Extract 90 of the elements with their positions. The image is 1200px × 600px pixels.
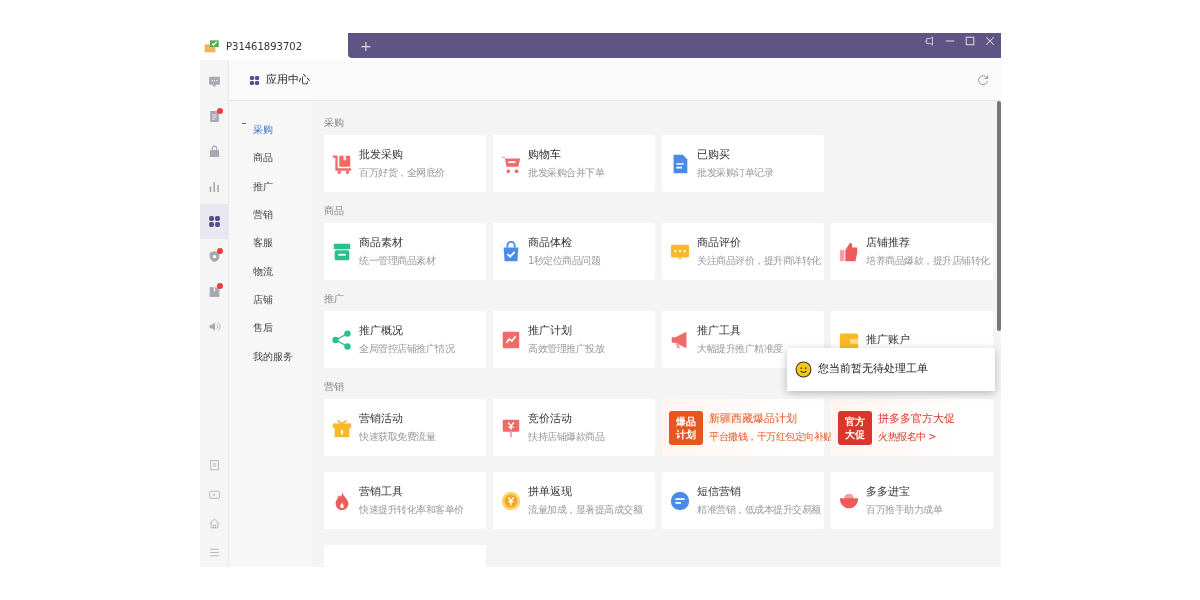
section-title: 营销 [324, 380, 344, 394]
pin-icon[interactable] [925, 36, 935, 46]
app-card[interactable]: 商品体检 1秒定位商品问题 [493, 223, 655, 280]
app-card[interactable]: 短信营销 精准营销，低成本提升交易额 [662, 472, 824, 529]
app-title: 拼单返现 [528, 484, 573, 500]
app-title: 营销工具 [359, 484, 404, 500]
menu-icon[interactable] [207, 546, 221, 559]
app-title: 商品体检 [528, 235, 573, 251]
app-card[interactable]: 营销工具 快速提升转化率和客单价 [324, 472, 486, 529]
category-link[interactable]: 物流 [229, 257, 312, 286]
app-title: 推广计划 [528, 323, 573, 339]
app-title: 商品素材 [359, 235, 404, 251]
category-link[interactable]: 我的服务 [229, 342, 312, 371]
page-title: 应用中心 [266, 71, 310, 88]
app-description: 快速提升转化率和客单价 [359, 502, 464, 517]
app-description: 扶持店铺爆款商品 [528, 429, 604, 444]
category-link[interactable]: 商品 [229, 144, 312, 173]
app-description: 全局管控店铺推广情况 [359, 341, 454, 356]
app-card[interactable]: 推广概况 全局管控店铺推广情况 [324, 311, 486, 368]
app-description: 快速获取免费流量 [359, 429, 435, 444]
app-title: 多多进宝 [866, 484, 911, 500]
smiley-icon [795, 361, 812, 378]
category-link[interactable]: 售后 [229, 314, 312, 343]
category-link[interactable]: 推广 [229, 172, 312, 201]
app-card[interactable]: 竞价活动 扶持店铺爆款商品 [493, 399, 655, 456]
video-icon[interactable] [207, 488, 221, 501]
app-title: 竞价活动 [528, 411, 573, 427]
promo-badge: 爆品 计划 [669, 410, 703, 445]
app-card[interactable]: 购物车 批发采购合并下单 [493, 135, 655, 192]
promo-title: 拼多多官方大促 [878, 411, 955, 427]
app-title: 购物车 [528, 147, 562, 163]
chat-icon [207, 75, 221, 88]
app-description: 大幅提升推广精准度 [697, 341, 783, 356]
message-icon [669, 489, 691, 512]
app-card[interactable]: 拼单返现 流量加成，显著提高成交额 [493, 472, 655, 529]
share-icon [331, 328, 353, 351]
bar-chart-icon [207, 180, 221, 193]
section-title: 采购 [324, 116, 344, 130]
app-card[interactable]: 已购买 批发采购订单记录 [662, 135, 824, 192]
app-title: 短信营销 [697, 484, 742, 500]
home-icon[interactable] [207, 517, 221, 530]
document-icon [207, 110, 221, 123]
box-icon [207, 285, 221, 298]
apps-icon [249, 74, 260, 86]
shield-icon [207, 250, 221, 263]
category-link[interactable]: 采购 [229, 116, 312, 145]
notes-icon[interactable] [207, 459, 221, 472]
speaker-icon [207, 320, 221, 333]
refresh-icon[interactable] [977, 73, 989, 86]
app-title: 营销活动 [359, 411, 404, 427]
app-title: 商品评价 [697, 235, 742, 251]
account-id: P31461893702 [226, 40, 302, 54]
app-description: 1秒定位商品问题 [528, 253, 601, 268]
category-link[interactable]: 客服 [229, 229, 312, 258]
category-link[interactable]: 店铺 [229, 285, 312, 315]
app-description: 精准营销，低成本提升交易额 [697, 502, 821, 517]
store-logo-icon [204, 38, 220, 55]
app-description: 高效管理推广投放 [528, 341, 604, 356]
app-title: 店铺推荐 [866, 235, 911, 251]
app-title: 推广工具 [697, 323, 742, 339]
new-tab-button[interactable]: + [354, 38, 378, 53]
app-title: 已购买 [697, 147, 731, 163]
promo-badge: 官方 大促 [838, 410, 872, 445]
promo-title: 新疆西藏爆品计划 [709, 411, 798, 427]
app-card[interactable]: 商品评价 关注商品评价，提升商详转化 [662, 223, 824, 280]
apps-icon [207, 215, 221, 228]
app-description: 百万推手助力成单 [866, 502, 942, 517]
app-description: 批发采购合并下单 [528, 165, 604, 180]
app-description: 百万好货，全网底价 [359, 165, 445, 180]
app-card[interactable]: 批发采购 百万好货，全网底价 [324, 135, 486, 192]
thumbs-up-icon [838, 240, 860, 263]
coin-icon [500, 489, 522, 512]
app-card[interactable]: 营销活动 快速获取免费流量 [324, 399, 486, 456]
maximize-icon[interactable] [965, 36, 975, 46]
app-description: 关注商品评价，提升商详转化 [697, 253, 821, 268]
category-link[interactable]: 营销 [229, 200, 312, 230]
section-title: 推广 [324, 292, 344, 306]
promo-description: 火热报名中 > [878, 429, 938, 444]
app-description: 批发采购订单记录 [697, 165, 773, 180]
app-card[interactable]: 店铺推荐 培养商品爆款，提升店铺转化 [831, 223, 993, 280]
app-title: 推广账户 [866, 331, 910, 347]
app-card[interactable]: 多多进宝 百万推手助力成单 [831, 472, 993, 529]
close-icon[interactable] [985, 36, 995, 46]
app-description: 流量加成，显著提高成交额 [528, 502, 642, 517]
app-title: 批发采购 [359, 147, 404, 163]
app-card[interactable]: 推广计划 高效管理推广投放 [493, 311, 655, 368]
promo-card[interactable]: 官方 大促 拼多多官方大促 火热报名中 > [831, 399, 993, 456]
section-title: 商品 [324, 204, 344, 218]
app-description: 培养商品爆款，提升店铺转化 [866, 253, 990, 268]
app-title: 推广概况 [359, 323, 404, 339]
